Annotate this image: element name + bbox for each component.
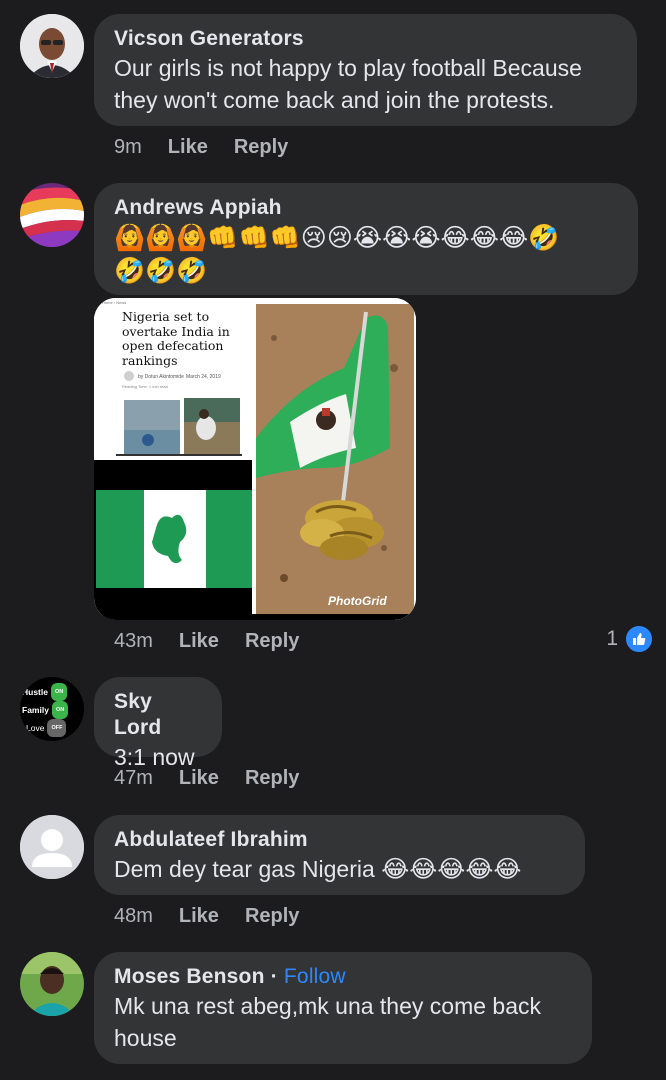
comment-bubble: Abdulateef Ibrahim Dem dey tear gas Nige…: [94, 815, 585, 895]
like-button[interactable]: Like: [168, 136, 208, 159]
comment-emoji-text: 🙆🙆🙆👊👊👊😢😢😭😭😭😂😂😂🤣: [114, 223, 560, 252]
comment-author[interactable]: Moses Benson: [114, 965, 265, 988]
article-date: March 24, 2019: [186, 374, 221, 380]
reaction-count[interactable]: 1: [606, 624, 654, 654]
comment-timestamp[interactable]: 43m: [114, 630, 153, 653]
comment-text: Mk una rest abeg,mk una they come back: [114, 993, 541, 1019]
comment-author[interactable]: Andrews Appiah: [114, 195, 618, 221]
like-button[interactable]: Like: [179, 630, 219, 653]
comment-text: Our girls is not happy to play football …: [114, 55, 582, 81]
article-read-time: Reading Time: 1 min read: [122, 384, 168, 389]
comment-actions: 43m Like Reply: [114, 630, 299, 653]
comment-emoji-text: 🤣🤣🤣: [114, 256, 208, 285]
default-avatar-icon: [20, 815, 84, 879]
person-photo-icon: [20, 14, 84, 78]
comment-emoji-text: 😂😂😂😂😂: [381, 855, 522, 883]
avatar[interactable]: [20, 952, 84, 1016]
comment-author-row: Moses Benson · Follow: [114, 964, 572, 990]
article-breadcrumb: Home › News: [102, 300, 127, 305]
like-button[interactable]: Like: [179, 767, 219, 790]
comment-bubble: Andrews Appiah 🙆🙆🙆👊👊👊😢😢😭😭😭😂😂😂🤣 🤣🤣🤣: [94, 183, 638, 295]
comment-bubble: Vicson Generators Our girls is not happy…: [94, 14, 637, 126]
comment-timestamp[interactable]: 48m: [114, 905, 153, 928]
comment-bubble: Moses Benson · Follow Mk una rest abeg,m…: [94, 952, 592, 1064]
comment-actions: 47m Like Reply: [114, 767, 299, 790]
toggle-on-icon: ON: [51, 701, 69, 719]
person-photo-icon: [20, 952, 84, 1016]
toggle-off-icon: OFF: [47, 719, 67, 737]
article-headline: Nigeria set to overtake India in open de…: [122, 309, 230, 368]
article-byline: by Dotun Akintomide: [138, 374, 184, 380]
thumbs-up-icon: [624, 624, 654, 654]
toggle-on-icon: ON: [50, 683, 68, 701]
comment-timestamp[interactable]: 47m: [114, 767, 153, 790]
avatar[interactable]: Hustle ON Family ON Love OFF: [20, 677, 84, 741]
separator-dot: ·: [270, 965, 278, 988]
comment-actions: 48m Like Reply: [114, 905, 299, 928]
photogrid-watermark: PhotoGrid: [328, 594, 387, 608]
like-button[interactable]: Like: [179, 905, 219, 928]
comment-text: house: [114, 1025, 177, 1051]
comment-bubble: Sky Lord 3:1 now: [94, 677, 222, 770]
reply-button[interactable]: Reply: [245, 767, 299, 790]
comment-text: they won't come back and join the protes…: [114, 87, 555, 113]
avatar-label: Hustle: [22, 687, 48, 697]
comment-actions: 9m Like Reply: [114, 136, 288, 159]
flower-field-photo-icon: [20, 183, 84, 247]
comment-photo-attachment[interactable]: Home › News Nigeria set to overtake Indi…: [94, 298, 416, 620]
comment-author[interactable]: Sky Lord: [114, 689, 202, 741]
avatar[interactable]: [20, 815, 84, 879]
reply-button[interactable]: Reply: [234, 136, 288, 159]
comment-author[interactable]: Vicson Generators: [114, 26, 617, 52]
avatar[interactable]: [20, 14, 84, 78]
comment-author[interactable]: Abdulateef Ibrahim: [114, 827, 565, 853]
reaction-count-number: 1: [606, 627, 618, 650]
comment-text-row: Dem dey tear gas Nigeria 😂😂😂😂😂: [114, 853, 565, 886]
avatar-label: Love: [26, 723, 45, 733]
avatar-label: Family: [22, 705, 49, 715]
comment-timestamp[interactable]: 9m: [114, 136, 142, 159]
avatar[interactable]: [20, 183, 84, 247]
follow-button[interactable]: Follow: [284, 965, 346, 988]
reply-button[interactable]: Reply: [245, 905, 299, 928]
comment-text: Dem dey tear gas Nigeria: [114, 856, 375, 882]
reply-button[interactable]: Reply: [245, 630, 299, 653]
